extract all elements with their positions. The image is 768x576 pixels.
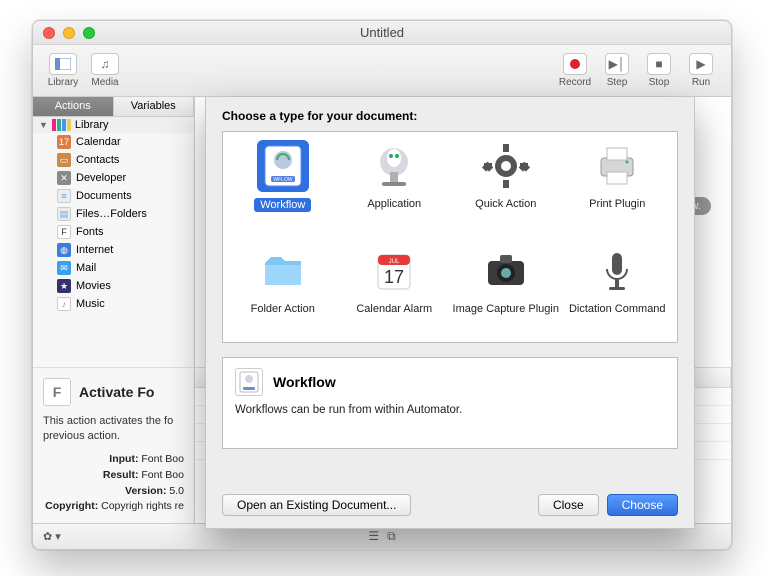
library-item-developer[interactable]: ✕Developer xyxy=(33,169,194,187)
desc-body: Workflows can be run from within Automat… xyxy=(235,404,665,416)
svg-text:JUL: JUL xyxy=(389,259,400,265)
media-button[interactable]: ♫ Media xyxy=(85,53,125,88)
microphone-icon xyxy=(591,245,643,297)
library-item-files-folders[interactable]: ▤Files…Folders xyxy=(33,205,194,223)
type-image-capture-plugin[interactable]: Image Capture Plugin xyxy=(450,245,562,334)
tab-actions[interactable]: Actions xyxy=(33,97,114,116)
view-list-icon[interactable]: ☰ xyxy=(368,529,379,544)
library-root[interactable]: ▼ Library xyxy=(33,117,194,133)
step-icon: ▶│ xyxy=(605,53,629,75)
detail-title: Activate Fo xyxy=(79,384,154,400)
library-item-fonts[interactable]: FFonts xyxy=(33,223,194,241)
type-dictation-command[interactable]: Dictation Command xyxy=(562,245,674,334)
sidebar-icon xyxy=(49,53,77,75)
media-icon: ♫ xyxy=(91,53,119,75)
type-grid: WFLOW Workflow Application Quick Action xyxy=(222,131,678,343)
gear-menu[interactable]: ✿ ▾ xyxy=(33,530,71,543)
library-item-movies[interactable]: ★Movies xyxy=(33,277,194,295)
folder-icon xyxy=(257,245,309,297)
printer-icon xyxy=(591,140,643,192)
run-button[interactable]: ▶Run xyxy=(681,53,721,88)
library-item-music[interactable]: ♪Music xyxy=(33,295,194,313)
workflow-icon xyxy=(235,368,263,396)
close-button[interactable]: Close xyxy=(538,494,599,516)
disclosure-triangle-icon[interactable]: ▼ xyxy=(39,120,48,130)
calendar-icon: JUL 17 xyxy=(368,245,420,297)
library-item-contacts[interactable]: ▭Contacts xyxy=(33,151,194,169)
window-title: Untitled xyxy=(33,25,731,40)
type-folder-action[interactable]: Folder Action xyxy=(227,245,339,334)
type-description: Workflow Workflows can be run from withi… xyxy=(222,357,678,449)
open-existing-button[interactable]: Open an Existing Document... xyxy=(222,494,411,516)
library-item-mail[interactable]: ✉Mail xyxy=(33,259,194,277)
desc-title: Workflow xyxy=(273,374,336,390)
svg-text:WFLOW: WFLOW xyxy=(273,177,292,183)
run-icon: ▶ xyxy=(689,53,713,75)
library-item-documents[interactable]: ≡Documents xyxy=(33,187,194,205)
step-button[interactable]: ▶│Step xyxy=(597,53,637,88)
library-tree[interactable]: ▼ Library 17Calendar ▭Contacts ✕Develope… xyxy=(33,117,194,367)
camera-icon xyxy=(480,245,532,297)
choose-button[interactable]: Choose xyxy=(607,494,678,516)
action-detail: F Activate Fo This action activates the f… xyxy=(33,367,194,523)
library-button[interactable]: Library xyxy=(43,53,83,88)
gear-icon xyxy=(480,140,532,192)
type-application[interactable]: Application xyxy=(339,140,451,231)
font-icon: F xyxy=(43,378,71,406)
type-calendar-alarm[interactable]: JUL17 Calendar Alarm xyxy=(339,245,451,334)
svg-text:17: 17 xyxy=(384,267,404,287)
library-item-internet[interactable]: ◍Internet xyxy=(33,241,194,259)
sheet-heading: Choose a type for your document: xyxy=(222,109,678,123)
automator-window: Untitled Library ♫ Media Record ▶│Step ■… xyxy=(32,20,732,550)
workflow-icon: WFLOW xyxy=(257,140,309,192)
type-quick-action[interactable]: Quick Action xyxy=(450,140,562,231)
type-print-plugin[interactable]: Print Plugin xyxy=(562,140,674,231)
record-icon xyxy=(563,53,587,75)
stop-button[interactable]: ■Stop xyxy=(639,53,679,88)
library-item-calendar[interactable]: 17Calendar xyxy=(33,133,194,151)
record-button[interactable]: Record xyxy=(555,53,595,88)
view-flow-icon[interactable]: ⧉ xyxy=(387,529,396,544)
toolbar: Library ♫ Media Record ▶│Step ■Stop ▶Run xyxy=(33,45,731,97)
stop-icon: ■ xyxy=(647,53,671,75)
document-type-sheet: Choose a type for your document: WFLOW W… xyxy=(205,97,695,529)
type-workflow[interactable]: WFLOW Workflow xyxy=(227,140,339,231)
titlebar: Untitled xyxy=(33,21,731,45)
sidebar: Actions Variables ▼ Library 17Calendar ▭… xyxy=(33,97,195,523)
application-icon xyxy=(368,140,420,192)
tab-variables[interactable]: Variables xyxy=(114,97,195,116)
sidebar-tabs: Actions Variables xyxy=(33,97,194,117)
detail-summary: This action activates the fo previous ac… xyxy=(43,414,184,444)
